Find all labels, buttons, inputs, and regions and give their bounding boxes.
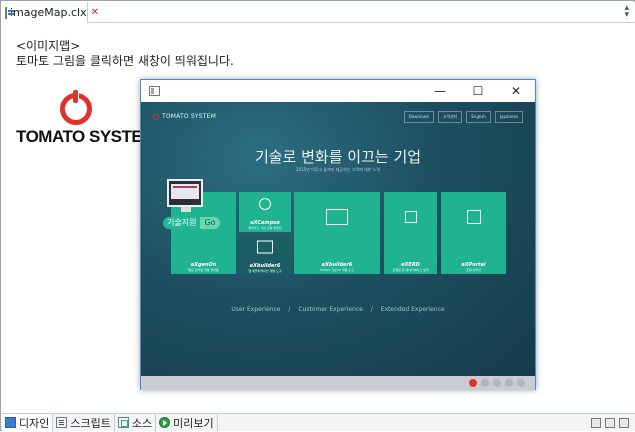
document-tab-strip: imageMap.clx ✕ ▴ ▾ [2,2,635,23]
tab-script-label: 스크립트 [70,416,111,430]
tab-design-label: 디자인 [19,416,50,430]
copy-icon[interactable] [591,417,601,428]
website-preview: TOMATO SYSTEM Download 고객센터 English Japa… [141,102,535,376]
minimize-button[interactable]: — [421,80,459,102]
nav-link-japanese[interactable]: Japanese [494,111,523,123]
tile-subtitle: 클라우드 기반 교육 솔루션 [248,226,282,230]
logo-text: TOMATO SYSTEM [16,127,156,146]
tomato-small-icon [153,113,159,120]
support-label: 기술지원 [163,217,201,229]
close-button[interactable]: ✕ [497,80,535,102]
hero-subtitle: 2015년 이루고 끝까지 제공하는 고객에 대한 노력 [295,167,381,172]
grid-icon[interactable] [605,417,615,428]
tab-preview-label: 미리보기 [173,416,214,430]
tile-subtitle: 웹 애플리케이션 개발 도구 [248,269,282,273]
description-text: <이미지맵> 토마토 그림을 클릭하면 새창이 띄워집니다. [16,39,234,69]
site-footer-bar [141,376,535,390]
monitor-icon [257,240,273,254]
tab-preview[interactable]: 미리보기 [156,413,218,432]
tile-subtitle: 통합 모바일 개발 플랫폼 [188,268,219,272]
pencil-icon [404,210,417,223]
design-icon [5,417,16,428]
pager-dot[interactable] [481,379,489,387]
tag-separator: / [370,306,373,313]
pager-dot[interactable] [505,379,513,387]
close-icon[interactable]: ✕ [91,7,99,18]
design-canvas[interactable]: <이미지맵> 토마토 그림을 클릭하면 새창이 띄워집니다. TOMATO SY… [2,23,635,413]
script-icon [56,417,68,428]
product-tile-4[interactable]: eXbuilder6 HTML5 기반 UI 개발 도구 [294,192,380,274]
experience-tags: User Experience / Customer Experience / … [141,306,535,313]
pager-dot[interactable] [517,379,525,387]
layout-icon[interactable] [619,417,629,428]
window-app-icon [149,86,160,96]
document-tab-label: imageMap.clx [10,6,87,19]
source-icon [117,417,129,428]
tab-design[interactable]: 디자인 [2,413,54,432]
tomato-stem-icon [73,90,78,103]
maximize-button[interactable]: ☐ [459,80,497,102]
slide-pager [469,379,525,387]
product-tile-2[interactable]: eXCampus 클라우드 기반 교육 솔루션 [239,192,291,232]
status-icons [591,417,635,428]
document-tab[interactable]: imageMap.clx ✕ [2,2,99,23]
site-brand-label: TOMATO SYSTEM [162,113,217,120]
tag-customer-experience: Customer Experience [298,306,363,313]
file-icon [5,6,14,19]
tile-subtitle: 포털 솔루션 [466,268,481,272]
cloud-icon [259,198,271,210]
preview-icon [159,417,171,428]
tab-list-icon[interactable]: ▴ ▾ [624,4,629,20]
go-label: Go [200,217,220,229]
tag-user-experience: User Experience [231,306,281,313]
popup-window: — ☐ ✕ TOMATO SYSTEM Download 고객센터 Englis… [140,79,536,390]
tab-script[interactable]: 스크립트 [53,413,115,432]
nav-link-english[interactable]: English [466,111,491,123]
tomato-logo-image[interactable]: TOMATO SYSTEM [16,90,156,169]
site-brand[interactable]: TOMATO SYSTEM [153,113,216,120]
tab-source-label: 소스 [131,416,153,430]
tile-subtitle: HTML5 기반 UI 개발 도구 [320,268,354,272]
pager-dot-active[interactable] [469,379,477,387]
support-go-button[interactable]: 기술지원 Go [163,217,220,229]
editor-window: imageMap.clx ✕ ▴ ▾ <이미지맵> 토마토 그림을 클릭하면 새창… [0,0,635,432]
popup-titlebar[interactable]: — ☐ ✕ [141,80,535,102]
nav-link-download[interactable]: Download [403,111,434,123]
monitor-illustration-icon [167,179,203,212]
product-tile-5[interactable]: eXERD 모델링 및 데이터베이스 설계 [384,192,437,274]
tag-separator: / [288,306,291,313]
description-line-1: <이미지맵> [16,39,81,53]
tile-subtitle: 모델링 및 데이터베이스 설계 [392,268,429,272]
site-nav: Download 고객센터 English Japanese [403,111,523,123]
window-icon [326,208,348,225]
product-tile-6[interactable]: eXPortal 포털 솔루션 [441,192,506,274]
description-line-2: 토마토 그림을 클릭하면 새창이 띄워집니다. [16,54,234,68]
product-tile-3[interactable]: eXbuilder6 웹 애플리케이션 개발 도구 [239,235,291,275]
hero-title: 기술로 변화를 이끄는 기업 [254,148,422,166]
view-tab-bar: 디자인 스크립트 소스 미리보기 [2,413,635,432]
tag-extended-experience: Extended Experience [380,306,445,313]
portal-icon [466,209,481,224]
tab-source[interactable]: 소스 [115,413,157,432]
pager-dot[interactable] [493,379,501,387]
nav-link-support[interactable]: 고객센터 [437,111,463,123]
